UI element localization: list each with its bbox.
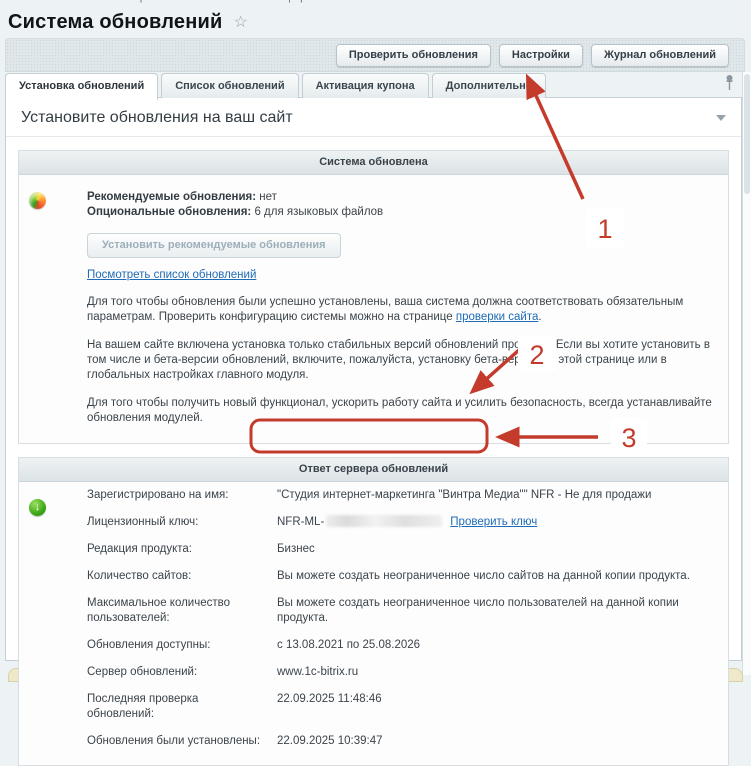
edition-value: Бизнес [277,543,315,555]
table-row: Обновления были установлены: 22.09.2025 … [87,734,714,749]
max-users-value: Вы можете создать неограниченное число п… [277,597,679,624]
updates-available-value: с 13.08.2021 по 25.08.2026 [277,639,421,651]
form-container: Установите обновления на ваш сайт Систем… [5,97,742,766]
row-label: Последняя проверка обновлений: [87,693,199,720]
table-row: Лицензионный ключ: NFR-ML- Проверить ключ [87,514,714,530]
row-label: Зарегистрировано на имя: [87,489,229,501]
table-row: Обновления доступны: с 13.08.2021 по 25.… [87,638,714,653]
system-updated-panel: Система обновлена Рекомендуемые обновлен… [18,150,729,444]
installed-at-value: 22.09.2025 10:39:47 [277,735,383,747]
last-check-value: 22.09.2025 11:48:46 [277,693,382,705]
license-key-prefix: NFR-ML- [277,516,325,528]
context-toolbar: Проверить обновления Настройки Журнал об… [5,38,745,72]
stable-versions-paragraph: На вашем сайте включена установка только… [87,339,710,381]
optional-updates-value: 6 для языковых файлов [254,206,384,218]
update-server-value: www.1c-bitrix.ru [277,666,359,678]
tab-install-updates[interactable]: Установка обновлений [5,73,159,100]
check-updates-button[interactable]: Проверить обновления [335,43,491,67]
check-key-link[interactable]: Проверить ключ [450,516,537,528]
tab-coupon-activation[interactable]: Активация купона [301,73,429,98]
favorite-star-icon[interactable]: ☆ [233,14,247,31]
row-label: Количество сайтов: [87,570,192,582]
download-icon: ↓ [29,499,46,516]
section-title: Установите обновления на ваш сайт [21,109,293,126]
view-update-list-link[interactable]: Посмотреть список обновлений [87,268,256,283]
tab-update-list[interactable]: Список обновлений [161,73,299,98]
license-key-value: NFR-ML- Проверить ключ [277,514,714,530]
optional-updates-line: Опциональные обновления: 6 для языковых … [87,205,714,220]
table-row: Зарегистрировано на имя: "Студия интерне… [87,488,714,503]
scrollbar-thumb[interactable] [744,74,750,194]
server-response-header: Ответ сервера обновлений [19,458,728,482]
sites-count-value: Вы можете создать неограниченное число с… [277,570,690,582]
license-key-masked [326,514,443,527]
system-updated-header: Система обновлена [19,151,728,175]
row-label: Максимальное количество пользователей: [87,597,230,624]
table-row: Сервер обновлений: www.1c-bitrix.ru [87,665,714,680]
registered-name-value: "Студия интернет-маркетинга "Винтра Меди… [277,489,652,501]
update-ball-icon [29,192,46,209]
row-label: Обновления были установлены: [87,735,261,747]
table-row: Редакция продукта: Бизнес [87,542,714,557]
requirements-text: Для того чтобы обновления были успешно у… [87,296,684,323]
optional-updates-label: Опциональные обновления: [87,206,252,218]
recommendation-paragraph: Для того чтобы получить новый функционал… [87,397,712,424]
breadcrumb-item[interactable]: Marketplace [106,0,166,3]
breadcrumb-item[interactable]: Обновление платформы [195,0,322,3]
site-check-link[interactable]: проверки сайта [456,311,539,323]
breadcrumb-item[interactable]: Рабочий стол [8,0,77,3]
recommended-updates-value: нет [259,191,277,203]
install-recommended-button[interactable]: Установить рекомендуемые обновления [87,233,341,258]
pin-icon[interactable] [724,74,735,96]
page-title: Система обновлений [8,11,223,33]
scrollbar-track[interactable] [742,72,751,675]
update-log-button[interactable]: Журнал обновлений [590,43,729,67]
recommended-updates-label: Рекомендуемые обновления: [87,191,257,203]
row-label: Редакция продукта: [87,543,192,555]
collapse-section-icon[interactable] [716,115,726,121]
table-row: Максимальное количество пользователей: В… [87,596,714,626]
server-response-panel: Ответ сервера обновлений ↓ Зарегистриров… [18,457,729,766]
table-row: Последняя проверка обновлений: 22.09.202… [87,692,714,722]
requirements-text-end: . [538,311,542,323]
settings-button[interactable]: Настройки [498,43,583,67]
row-label: Лицензионный ключ: [87,516,199,528]
table-row: Количество сайтов: Вы можете создать нео… [87,569,714,584]
requirements-paragraph: Для того чтобы обновления были успешно у… [87,295,714,325]
row-label: Сервер обновлений: [87,666,198,678]
recommended-updates-line: Рекомендуемые обновления: нет [87,190,714,205]
row-label: Обновления доступны: [87,639,211,651]
tab-additional[interactable]: Дополнительно [431,73,547,98]
tabs-bar: Установка обновлений Список обновлений А… [5,72,737,100]
